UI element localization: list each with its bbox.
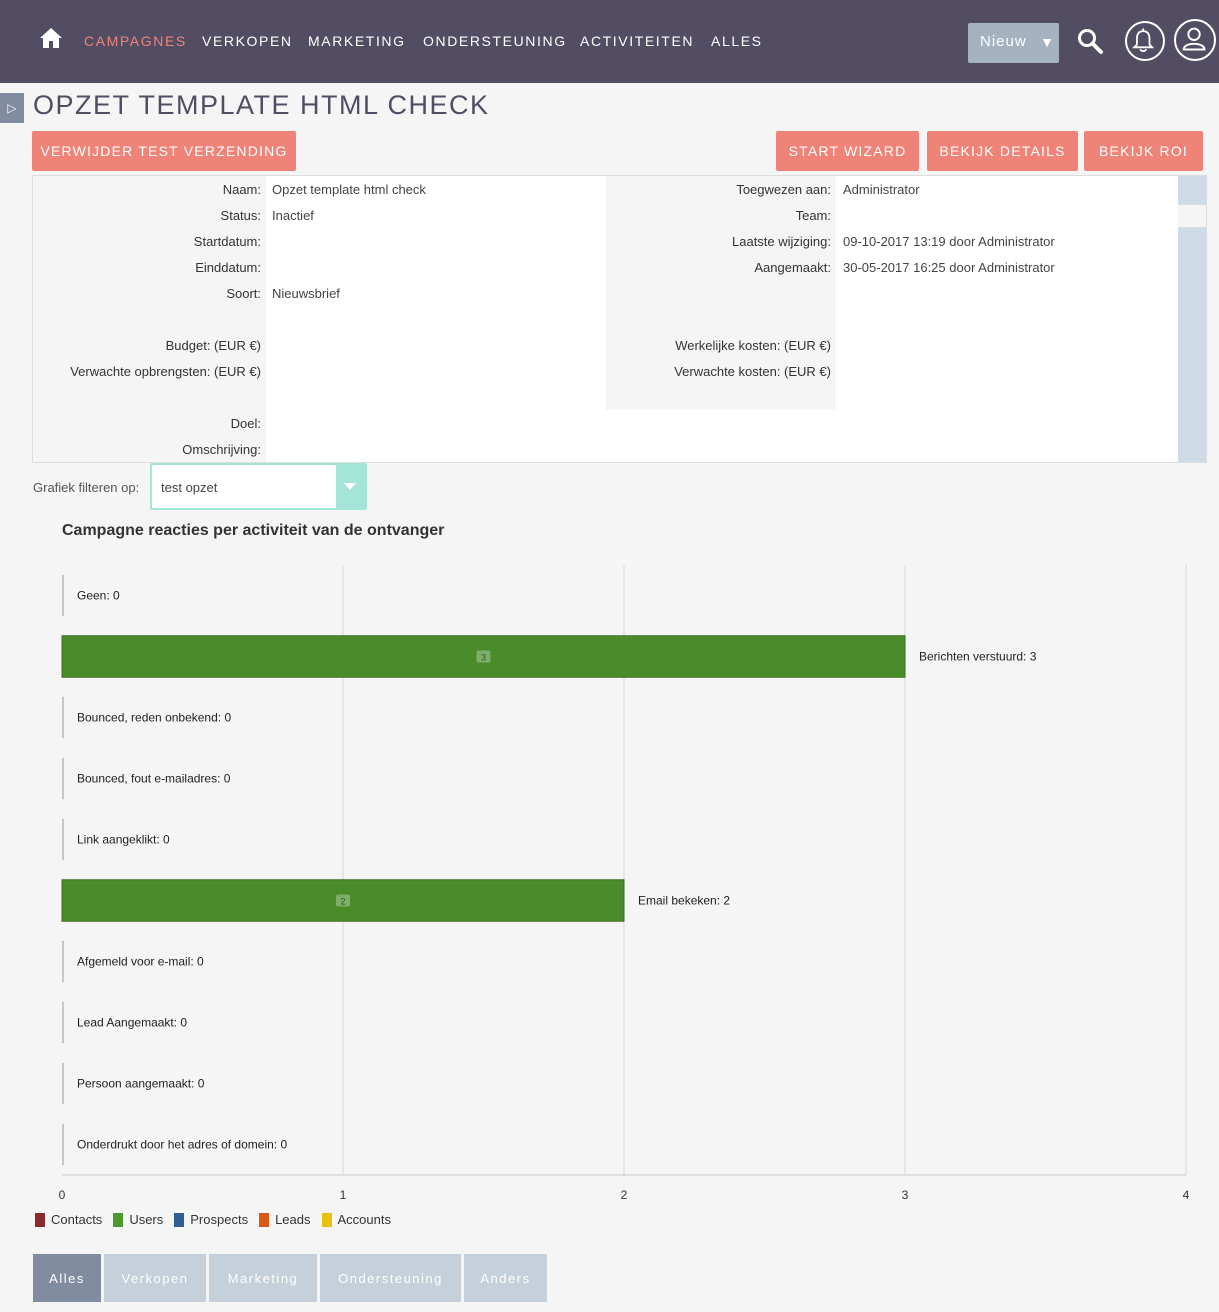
- chart-category-label: Email bekeken: 2: [638, 894, 730, 908]
- tab-marketing[interactable]: Marketing: [209, 1254, 317, 1302]
- chevron-down-icon[interactable]: [336, 465, 365, 508]
- chart-x-tick-label: 3: [902, 1188, 909, 1202]
- legend-swatch: [321, 1212, 332, 1227]
- chart-category-label: Bounced, reden onbekend: 0: [77, 711, 231, 725]
- value-laatste-wijziging: 09-10-2017 13:19 door Administrator: [843, 234, 1055, 249]
- chart-title: Campagne reacties per activiteit van de …: [62, 522, 445, 539]
- nav-item-ondersteuning[interactable]: ONDERSTEUNING: [423, 33, 567, 49]
- legend-label: Contacts: [51, 1212, 103, 1227]
- legend-label: Accounts: [337, 1212, 391, 1227]
- legend-swatch: [35, 1212, 45, 1227]
- value-status: Inactief: [272, 208, 314, 223]
- label-team: Team:: [795, 208, 831, 223]
- bell-icon: [1132, 28, 1155, 53]
- chart-category-label: Geen: 0: [77, 589, 120, 603]
- notifications-button[interactable]: [1125, 21, 1165, 61]
- legend-item[interactable]: Contacts: [35, 1212, 102, 1227]
- nav-item-alles[interactable]: ALLES: [711, 33, 763, 49]
- label-naam: Naam:: [222, 182, 261, 197]
- legend-item[interactable]: Accounts: [321, 1212, 391, 1227]
- chart-category-label: Berichten verstuurd: 3: [919, 650, 1037, 664]
- label-werkelijke-kosten: Werkelijke kosten: (EUR €): [675, 338, 831, 353]
- caret-down-icon: ▼: [1040, 34, 1055, 50]
- triangle-right-icon: ▷: [7, 101, 17, 115]
- user-menu-button[interactable]: [1174, 19, 1216, 61]
- legend-swatch: [174, 1212, 185, 1227]
- new-button-label: Nieuw: [980, 33, 1027, 50]
- value-naam: Opzet template html check: [272, 182, 426, 197]
- nav-item-activiteiten[interactable]: ACTIVITEITEN: [580, 33, 694, 49]
- chart-x-tick-label: 4: [1183, 1188, 1190, 1202]
- chart-x-tick-label: 1: [340, 1188, 347, 1202]
- delete-test-send-button[interactable]: VERWIJDER TEST VERZENDING: [32, 131, 296, 171]
- tab-alles[interactable]: Alles: [33, 1254, 101, 1302]
- nav-item-marketing[interactable]: MARKETING: [308, 33, 406, 49]
- chart-category-label: Bounced, fout e-mailadres: 0: [77, 772, 231, 786]
- label-toegewezen-aan: Toegwezen aan:: [736, 182, 831, 197]
- label-budget: Budget: (EUR €): [165, 338, 261, 353]
- value-soort: Nieuwsbrief: [272, 286, 340, 301]
- legend-swatch: [113, 1212, 124, 1227]
- label-startdatum: Startdatum:: [193, 234, 261, 249]
- legend-item[interactable]: Users: [113, 1212, 163, 1227]
- new-dropdown-button[interactable]: Nieuw ▼: [968, 23, 1059, 63]
- label-laatste-wijziging: Laatste wijziging:: [732, 234, 831, 249]
- chart-filter-label: Grafiek filteren op:: [33, 480, 140, 495]
- view-details-button[interactable]: BEKIJK DETAILS: [927, 131, 1078, 171]
- detail-scrollbar-thumb[interactable]: [1178, 204, 1206, 228]
- value-aangemaakt: 30-05-2017 16:25 door Administrator: [843, 260, 1055, 275]
- top-navigation: CAMPAGNES VERKOPEN MARKETING ONDERSTEUNI…: [0, 0, 1219, 83]
- view-roi-button[interactable]: BEKIJK ROI: [1084, 131, 1203, 171]
- label-soort: Soort:: [226, 286, 261, 301]
- label-verwachte-opbrengsten: Verwachte opbrengsten: (EUR €): [70, 364, 261, 379]
- bottom-tabs: Alles Verkopen Marketing Ondersteuning A…: [33, 1254, 550, 1302]
- chart-category-label: Persoon aangemaakt: 0: [77, 1077, 205, 1091]
- chart-category-label: Onderdrukt door het adres of domein: 0: [77, 1138, 287, 1152]
- label-aangemaakt: Aangemaakt:: [754, 260, 831, 275]
- chart-category-label: Link aangeklikt: 0: [77, 833, 170, 847]
- chart-category-label: Lead Aangemaakt: 0: [77, 1016, 187, 1030]
- user-icon: [1182, 27, 1206, 51]
- label-doel: Doel:: [230, 416, 261, 431]
- page-title: OPZET TEMPLATE HTML CHECK: [33, 90, 490, 120]
- chart-legend: Contacts Users Prospects Leads Accounts: [35, 1212, 402, 1227]
- campaign-response-chart: 0 1 2 3 4 Geen: 0 3 Berichten verstuurd: 3 Bounc…: [59, 565, 1190, 1202]
- legend-label: Leads: [275, 1212, 311, 1227]
- legend-item[interactable]: Leads: [259, 1212, 311, 1227]
- legend-item[interactable]: Prospects: [174, 1212, 248, 1227]
- home-icon[interactable]: [39, 27, 63, 49]
- chart-x-tick-label: 0: [59, 1188, 66, 1202]
- legend-label: Prospects: [190, 1212, 249, 1227]
- legend-swatch: [259, 1212, 270, 1227]
- chart-bar-value-label: 3: [481, 653, 486, 663]
- nav-item-campagnes[interactable]: CAMPAGNES: [84, 33, 187, 49]
- tab-anders[interactable]: Anders: [464, 1254, 547, 1302]
- label-status: Status:: [220, 208, 261, 223]
- chart-filter-select[interactable]: test opzet: [150, 463, 367, 510]
- tab-ondersteuning[interactable]: Ondersteuning: [320, 1254, 461, 1302]
- label-verwachte-kosten: Verwachte kosten: (EUR €): [674, 364, 831, 379]
- value-toegewezen-aan: Administrator: [843, 182, 920, 197]
- tab-verkopen[interactable]: Verkopen: [104, 1254, 206, 1302]
- label-einddatum: Einddatum:: [195, 260, 261, 275]
- chart-x-tick-label: 2: [621, 1188, 628, 1202]
- legend-label: Users: [129, 1212, 164, 1227]
- label-omschrijving: Omschrijving:: [182, 442, 261, 457]
- campaign-detail-panel: Naam: Opzet template html check Status: …: [32, 175, 1207, 463]
- chart-bar-value-label: 2: [340, 897, 345, 907]
- start-wizard-button[interactable]: START WIZARD: [776, 131, 919, 171]
- search-icon[interactable]: [1076, 27, 1104, 55]
- nav-item-verkopen[interactable]: VERKOPEN: [202, 33, 293, 49]
- chart-filter-value: test opzet: [161, 480, 218, 495]
- chart-category-label: Afgemeld voor e-mail: 0: [77, 955, 204, 969]
- sidebar-toggle-button[interactable]: ▷: [0, 93, 24, 123]
